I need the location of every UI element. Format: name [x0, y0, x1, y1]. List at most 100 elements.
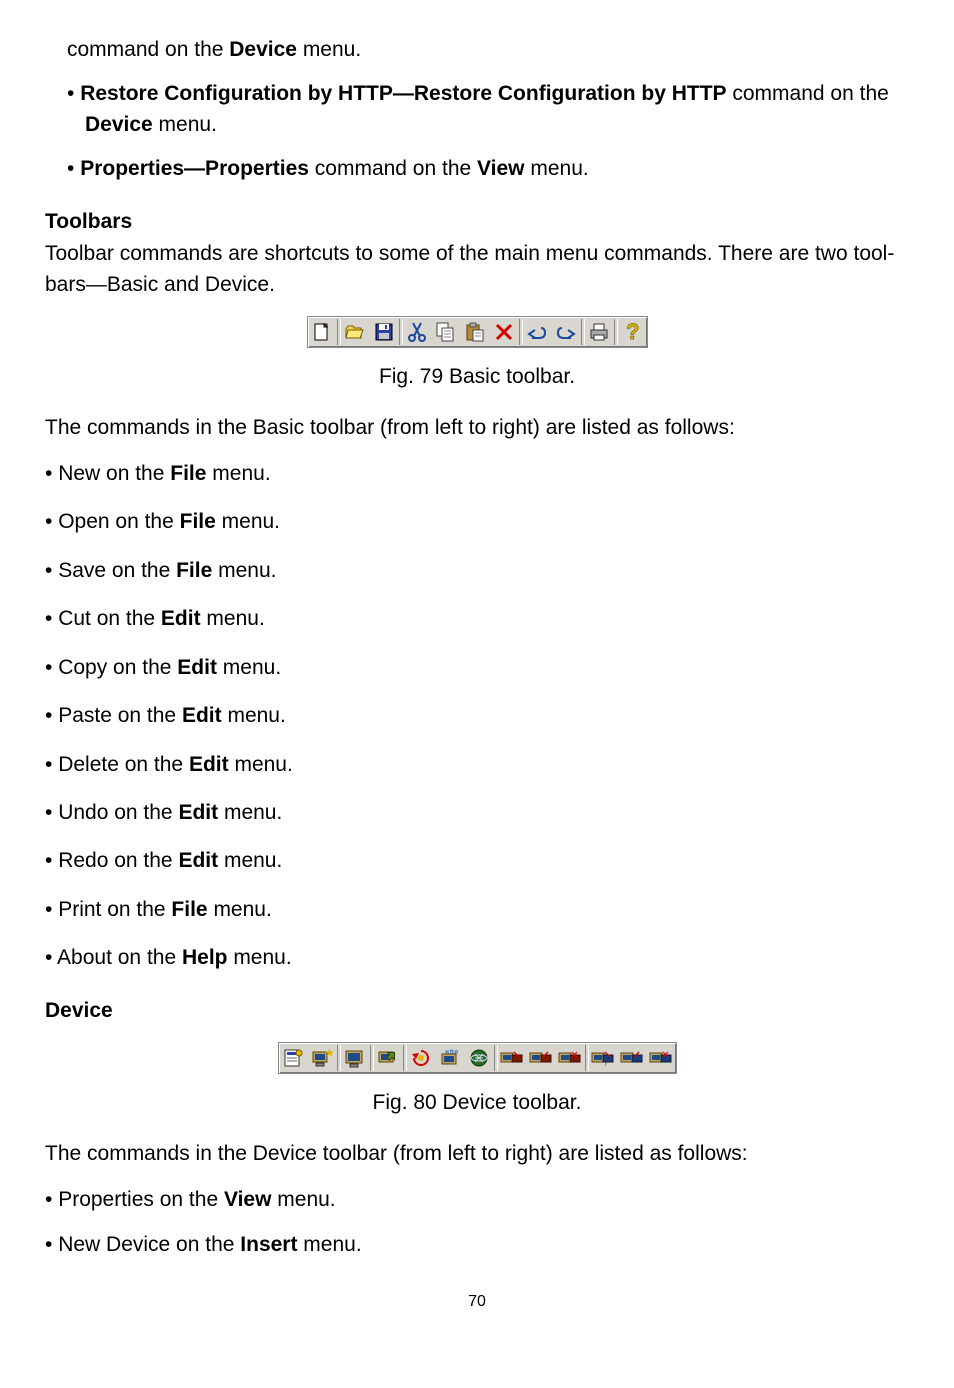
list-item: Properties on the View menu.	[63, 1185, 909, 1215]
bold-text: Edit	[189, 753, 229, 776]
list-item: Print on the File menu.	[63, 895, 909, 925]
svg-text:«s»: «s»	[445, 1048, 459, 1056]
save-icon	[370, 317, 399, 347]
text: menu.	[227, 946, 291, 969]
list-item: Cut on the Edit menu.	[63, 604, 909, 634]
svg-text:?: ?	[626, 321, 639, 343]
text: Paste on the	[58, 704, 182, 727]
new-device-icon: ★	[308, 1043, 337, 1073]
config-icon	[374, 1043, 403, 1073]
update-icon: «s»	[436, 1043, 465, 1073]
intro-line: command on the Device menu.	[67, 35, 909, 65]
open-icon	[341, 317, 370, 347]
copy-icon	[432, 317, 461, 347]
text: menu.	[201, 607, 265, 630]
basic-toolbar-figure: ?	[45, 316, 909, 348]
text: menu.	[222, 704, 286, 727]
print-icon	[585, 317, 614, 347]
text: Undo on the	[58, 801, 178, 824]
text: Print on the	[58, 898, 171, 921]
list-item: Open on the File menu.	[63, 507, 909, 537]
text: Redo on the	[58, 849, 178, 872]
bold-text: Device	[229, 38, 297, 61]
paste-icon	[461, 317, 490, 347]
text: Cut on the	[58, 607, 161, 630]
text: command on the	[309, 157, 477, 180]
text: menu.	[208, 898, 272, 921]
device-toolbar-figure: ★ «s» f	[45, 1042, 909, 1074]
bold-text: View	[224, 1188, 271, 1211]
fig80-caption: Fig. 80 Device toolbar.	[45, 1088, 909, 1118]
device-intro: The commands in the Device toolbar (from…	[45, 1139, 909, 1169]
restore-icon	[407, 1043, 436, 1073]
list-item: New on the File menu.	[63, 459, 909, 489]
bold-text: File	[176, 559, 212, 582]
list-item: Save on the File menu.	[63, 556, 909, 586]
page-number: 70	[45, 1290, 909, 1313]
device-c-icon	[556, 1043, 585, 1073]
properties-icon	[279, 1043, 308, 1073]
device-f-icon	[647, 1043, 676, 1073]
monitor-icon	[341, 1043, 370, 1073]
bold-text: Insert	[240, 1233, 297, 1256]
delete-icon	[490, 317, 519, 347]
help-icon: ?	[618, 317, 647, 347]
device-e-icon	[618, 1043, 647, 1073]
top-bullet-1: Restore Configuration by HTTP—Restore Co…	[85, 79, 909, 140]
list-item: About on the Help menu.	[63, 943, 909, 973]
basic-intro: The commands in the Basic toolbar (from …	[45, 413, 909, 443]
bold-text: Help	[182, 946, 228, 969]
bold-text: Edit	[177, 656, 217, 679]
text: Copy on the	[58, 656, 177, 679]
list-item: Undo on the Edit menu.	[63, 798, 909, 828]
undo-icon	[523, 317, 552, 347]
redo-icon	[552, 317, 581, 347]
list-item: Redo on the Edit menu.	[63, 846, 909, 876]
cut-icon	[403, 317, 432, 347]
text: menu.	[525, 157, 589, 180]
text: menu.	[153, 113, 217, 136]
device-a-icon	[498, 1043, 527, 1073]
toolbars-heading: Toolbars	[45, 207, 909, 237]
text: menu.	[217, 656, 281, 679]
list-item: Copy on the Edit menu.	[63, 653, 909, 683]
new-icon	[308, 317, 337, 347]
text: command on the	[727, 82, 889, 105]
text: Open on the	[58, 510, 179, 533]
device-heading: Device	[45, 996, 909, 1026]
bold-text: File	[180, 510, 216, 533]
top-bullet-2: Properties—Properties command on the Vie…	[85, 154, 909, 184]
text: Properties on the	[58, 1188, 224, 1211]
text: New Device on the	[58, 1233, 240, 1256]
list-item: Paste on the Edit menu.	[63, 701, 909, 731]
text: menu.	[271, 1188, 335, 1211]
bold-text: View	[477, 157, 524, 180]
fig79-caption: Fig. 79 Basic toolbar.	[45, 362, 909, 392]
text: menu.	[297, 38, 361, 61]
basic-list: New on the File menu. Open on the File m…	[45, 459, 909, 974]
svg-text:★: ★	[325, 1048, 333, 1059]
text: menu.	[206, 462, 270, 485]
device-toolbar: ★ «s» f	[278, 1042, 677, 1074]
text: About on the	[57, 946, 182, 969]
bold-text: File	[170, 462, 206, 485]
text: menu.	[297, 1233, 361, 1256]
svg-text:f: f	[605, 1062, 607, 1068]
list-item: New Device on the Insert menu.	[63, 1230, 909, 1260]
basic-toolbar: ?	[307, 316, 648, 348]
text: New on the	[58, 462, 170, 485]
text: menu.	[218, 849, 282, 872]
bold-text: File	[171, 898, 207, 921]
text: Save on the	[58, 559, 176, 582]
text: menu.	[216, 510, 280, 533]
list-item: Delete on the Edit menu.	[63, 750, 909, 780]
bold-text: Edit	[178, 849, 218, 872]
bold-text: Restore Configuration by HTTP—Restore Co…	[80, 82, 726, 105]
text: menu.	[229, 753, 293, 776]
bold-text: Edit	[182, 704, 222, 727]
device-d-icon: f	[589, 1043, 618, 1073]
text: menu.	[218, 801, 282, 824]
toolbars-para: Toolbar commands are shortcuts to some o…	[45, 239, 909, 300]
bold-text: Edit	[161, 607, 201, 630]
bold-text: Edit	[178, 801, 218, 824]
